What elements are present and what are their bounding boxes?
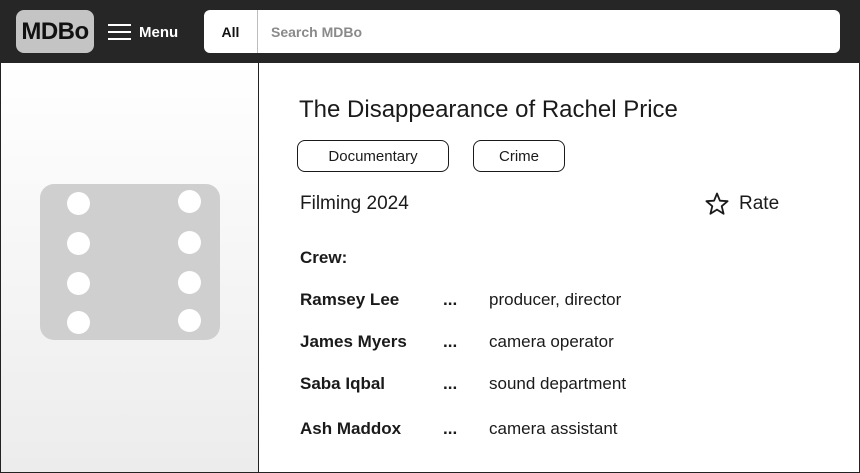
crew-separator: ... bbox=[443, 419, 458, 438]
crew-role: camera operator bbox=[489, 332, 614, 351]
crew-heading: Crew: bbox=[300, 248, 348, 267]
crew-name-link[interactable]: Ramsey Lee bbox=[300, 290, 399, 310]
search-bar: All bbox=[204, 10, 840, 53]
crew-separator: ... bbox=[443, 290, 458, 309]
star-outline-icon bbox=[705, 192, 729, 215]
poster-panel bbox=[1, 63, 259, 472]
search-input[interactable] bbox=[258, 10, 840, 53]
menu-label: Menu bbox=[139, 23, 179, 41]
film-strip-icon bbox=[40, 184, 220, 340]
crew-separator: ... bbox=[443, 374, 458, 393]
crew-role: camera assistant bbox=[489, 419, 618, 438]
search-category-dropdown[interactable]: All bbox=[204, 10, 258, 53]
genre-chip-crime[interactable]: Crime bbox=[473, 140, 565, 172]
genre-chip-documentary[interactable]: Documentary bbox=[297, 140, 449, 172]
crew-separator: ... bbox=[443, 332, 458, 351]
top-navigation-bar: MDBo Menu All bbox=[0, 0, 860, 63]
hamburger-icon bbox=[108, 24, 131, 40]
site-logo[interactable]: MDBo bbox=[16, 10, 94, 53]
crew-name-link[interactable]: Saba Iqbal bbox=[300, 374, 385, 394]
crew-name-link[interactable]: James Myers bbox=[300, 332, 407, 352]
page-title: The Disappearance of Rachel Price bbox=[299, 96, 678, 123]
production-status: Filming 2024 bbox=[300, 193, 409, 214]
menu-button[interactable]: Menu bbox=[108, 18, 178, 46]
crew-role: sound department bbox=[489, 374, 627, 393]
rate-button[interactable]: Rate bbox=[705, 190, 779, 218]
crew-name-link[interactable]: Ash Maddox bbox=[300, 419, 401, 439]
rate-label: Rate bbox=[739, 193, 780, 214]
crew-role: producer, director bbox=[489, 290, 622, 309]
